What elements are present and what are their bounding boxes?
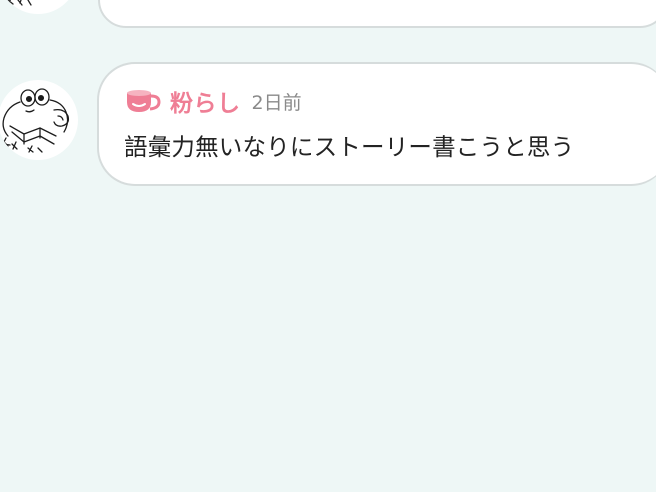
username[interactable]: 粉らし xyxy=(170,84,241,118)
teacup-icon xyxy=(124,86,162,116)
avatar[interactable] xyxy=(0,80,78,160)
post-bubble[interactable] xyxy=(97,62,656,186)
frog-sketch-avatar-icon xyxy=(7,0,32,6)
timestamp: 2日前 xyxy=(251,91,302,114)
previous-post-bubble xyxy=(98,0,656,28)
post-header: 粉らし 2日前 xyxy=(124,84,302,118)
frog-sketch-avatar-icon xyxy=(1,88,70,153)
avatar[interactable] xyxy=(0,0,78,14)
post-message: 語彙力無いなりにストーリー書こうと思う xyxy=(124,133,575,161)
